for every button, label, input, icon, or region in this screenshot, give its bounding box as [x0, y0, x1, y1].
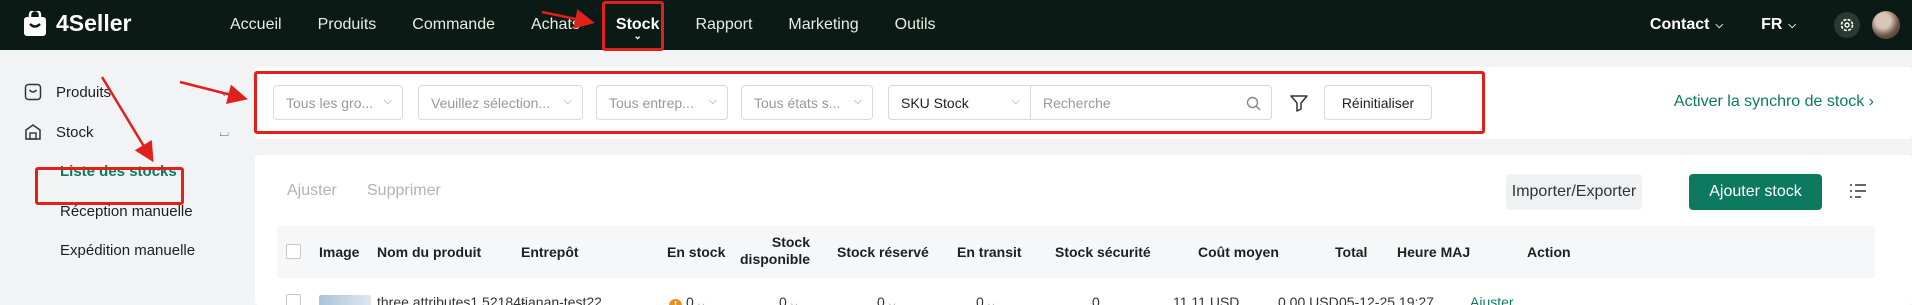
avatar[interactable] — [1872, 11, 1900, 39]
delete-button[interactable]: Supprimer — [367, 182, 441, 200]
list-settings-icon[interactable] — [1849, 183, 1867, 199]
app-name: 4Seller — [56, 10, 132, 36]
sidebar-group-produits[interactable]: Produits ⌵ — [24, 83, 229, 101]
row-reserved[interactable]: 0 ⌵ — [877, 294, 896, 305]
chevron-down-icon: ⌵ — [1715, 19, 1724, 31]
col-in-transit: En transit — [957, 244, 1022, 260]
stock-icon — [25, 124, 41, 140]
col-product-name: Nom du produit — [377, 244, 482, 260]
warning-icon: ! — [669, 299, 682, 305]
chevron-down-icon: ⌵ — [1788, 19, 1796, 31]
sync-link-label: Activer la synchro de stock — [1673, 93, 1865, 110]
contact-label: Contact — [1649, 16, 1710, 33]
col-available-line2: disponible — [740, 251, 810, 267]
nav-marketing[interactable]: Marketing — [770, 0, 876, 50]
col-in-stock: En stock — [667, 244, 726, 260]
col-available: Stock disponible — [729, 234, 810, 268]
col-average-cost: Coût moyen — [1198, 244, 1279, 260]
chevron-up-icon: ⌴ — [219, 124, 229, 139]
stock-table-card: Ajuster Supprimer Importer/Exporter Ajou… — [255, 155, 1912, 305]
nav-rapport[interactable]: Rapport — [677, 0, 770, 50]
row-product-name[interactable]: three attributes1 52184- — [377, 294, 526, 305]
chevron-down-icon: ⌵ — [219, 84, 229, 99]
chevron-right-icon: › — [1868, 93, 1874, 110]
col-action: Action — [1527, 244, 1571, 260]
nav-produits[interactable]: Produits — [300, 0, 395, 50]
nav-accueil[interactable]: Accueil — [212, 0, 300, 50]
nav-commande[interactable]: Commande — [394, 0, 513, 50]
app-logo[interactable]: 4Seller — [22, 10, 131, 37]
row-available-value: 0 — [779, 294, 787, 305]
contact-menu[interactable]: Contact ⌵ — [1650, 16, 1723, 34]
row-in-transit[interactable]: 0 ⌵ — [976, 294, 995, 305]
product-icon — [24, 83, 42, 101]
sidebar-item-reception-manuelle[interactable]: Réception manuelle — [60, 203, 193, 220]
row-updated-time: 05-12-25 19:27 — [1339, 294, 1434, 305]
row-checkbox[interactable] — [286, 294, 301, 305]
chevron-down-icon: ⌵ — [790, 299, 798, 305]
annotation-box-filters — [254, 71, 1485, 134]
row-in-stock-value: 0 — [686, 294, 694, 305]
sidebar-group-stock[interactable]: Stock ⌴ — [24, 123, 229, 141]
chevron-down-icon: ⌵ — [987, 299, 995, 305]
header-right: Contact ⌵ FR ⌵ — [1650, 0, 1912, 50]
sidebar-group-label: Stock — [56, 123, 94, 141]
sidebar-group-label: Produits — [56, 83, 112, 101]
row-in-stock[interactable]: ! 0⌵ — [669, 294, 705, 305]
language-menu[interactable]: FR ⌵ — [1761, 16, 1796, 34]
chevron-down-icon: ⌵ — [697, 299, 705, 305]
gear-icon — [1840, 18, 1854, 32]
col-available-line1: Stock — [771, 234, 810, 250]
row-available[interactable]: 0 ⌵ — [779, 294, 798, 305]
language-label: FR — [1761, 16, 1783, 33]
col-image: Image — [319, 244, 360, 260]
bag-logo-icon — [24, 10, 46, 36]
row-adjust-link[interactable]: Ajuster — [1470, 294, 1514, 305]
sidebar-item-expedition-manuelle[interactable]: Expédition manuelle — [60, 242, 195, 259]
row-warehouse: tianan-test22 — [521, 294, 602, 305]
top-navigation-bar: 4Seller Accueil Produits Commande Achats… — [0, 0, 1912, 50]
select-all-checkbox[interactable] — [286, 244, 301, 259]
row-reserved-value: 0 — [877, 294, 885, 305]
annotation-box-stock-list — [35, 167, 184, 205]
chevron-down-icon: ⌵ — [888, 299, 896, 305]
nav-outils[interactable]: Outils — [877, 0, 954, 50]
row-in-transit-value: 0 — [976, 294, 984, 305]
row-safety-stock: 0 — [1092, 294, 1100, 305]
col-updated-time: Heure MAJ — [1397, 244, 1471, 260]
row-total: 0.00 USD — [1278, 294, 1339, 305]
col-reserved: Stock réservé — [837, 244, 929, 260]
col-safety-stock: Stock sécurité — [1055, 244, 1151, 260]
nav-achats[interactable]: Achats — [513, 0, 598, 50]
annotation-box-stock-nav — [602, 1, 664, 51]
activate-stock-sync-link[interactable]: Activer la synchro de stock › — [1674, 93, 1874, 111]
product-thumbnail[interactable] — [319, 295, 371, 305]
row-average-cost: 11.11 USD — [1173, 294, 1240, 305]
add-stock-button[interactable]: Ajouter stock — [1689, 174, 1822, 210]
import-export-button[interactable]: Importer/Exporter — [1506, 174, 1642, 210]
adjust-button[interactable]: Ajuster — [287, 182, 337, 200]
settings-button[interactable] — [1834, 12, 1860, 38]
table-header: Image Nom du produit Entrepôt En stock S… — [277, 226, 1875, 278]
main-nav: Accueil Produits Commande Achats Stock ⌄… — [212, 0, 954, 50]
col-total: Total — [1335, 244, 1368, 260]
col-warehouse: Entrepôt — [521, 244, 579, 260]
